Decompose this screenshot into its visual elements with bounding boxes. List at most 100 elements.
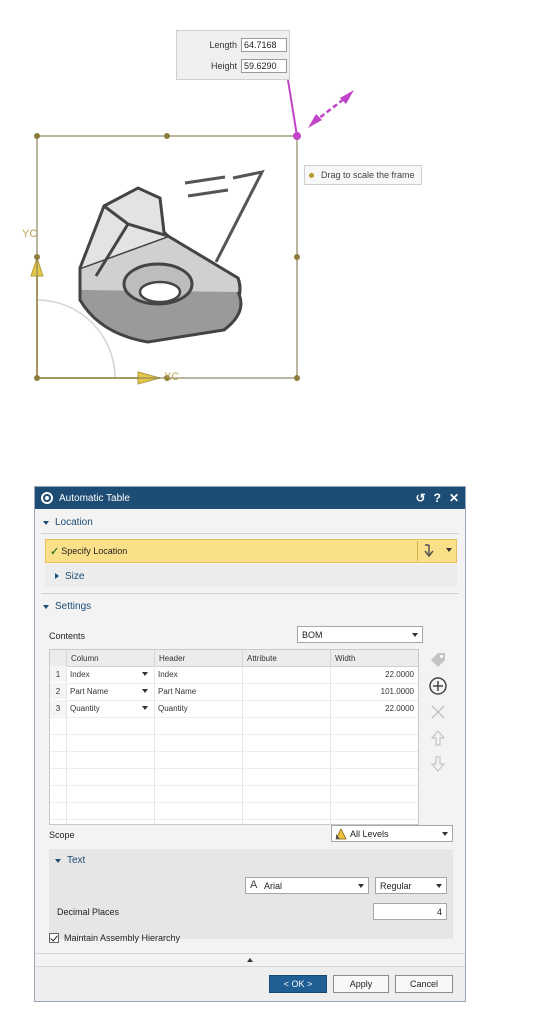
- bracket-part-graphic: [78, 169, 265, 344]
- row-number: 2: [50, 683, 66, 699]
- gear-icon: [41, 492, 53, 504]
- table-row-empty[interactable]: [50, 751, 418, 769]
- font-style-select[interactable]: Regular: [375, 877, 447, 894]
- scope-select[interactable]: All Levels: [331, 825, 453, 842]
- close-icon[interactable]: ✕: [449, 491, 459, 505]
- table-row-empty[interactable]: [50, 717, 418, 735]
- scope-label: Scope: [49, 830, 75, 840]
- help-icon[interactable]: ?: [434, 491, 441, 505]
- divider: [41, 533, 459, 534]
- chevron-down-icon[interactable]: [446, 548, 452, 552]
- column-cell[interactable]: Part Name: [66, 683, 154, 699]
- row-number: 3: [50, 700, 66, 716]
- chevron-right-icon: [55, 573, 59, 579]
- table-row[interactable]: 2 Part Name Part Name 101.0000: [50, 683, 418, 701]
- table-row-empty[interactable]: [50, 802, 418, 820]
- decimal-places-input[interactable]: 4: [373, 903, 447, 920]
- ok-button[interactable]: < OK >: [269, 975, 327, 993]
- chevron-down-icon: [55, 858, 61, 863]
- table-row-empty[interactable]: [50, 785, 418, 803]
- drag-leader: [287, 79, 298, 137]
- attribute-cell[interactable]: [242, 666, 330, 682]
- tooltip-text: Drag to scale the frame: [321, 170, 415, 180]
- size-label: Size: [65, 570, 85, 582]
- header-cell[interactable]: Quantity: [154, 700, 242, 716]
- xc-label: XC: [164, 371, 180, 383]
- location-section-header[interactable]: Location: [43, 517, 93, 528]
- columns-table[interactable]: Column Header Attribute Width 1 Index In…: [49, 649, 419, 825]
- titlebar-actions: ↺ ? ✕: [416, 487, 459, 509]
- font-select[interactable]: A Arial: [245, 877, 369, 894]
- header-cell[interactable]: Index: [154, 666, 242, 682]
- point-dialog-button[interactable]: [417, 541, 440, 561]
- font-icon: A: [250, 879, 258, 891]
- add-circle-icon: [429, 677, 447, 695]
- column-cell[interactable]: Index: [66, 666, 154, 682]
- size-subsection[interactable]: Size: [45, 565, 457, 587]
- column-header-column[interactable]: Column: [66, 650, 154, 666]
- chevron-down-icon[interactable]: [142, 672, 148, 676]
- arrow-up-icon: [430, 730, 446, 746]
- specify-location-row[interactable]: ✓ Specify Location: [45, 539, 457, 563]
- graphics-viewport[interactable]: Length 64.7168 Height 59.6290 Drag to sc…: [0, 0, 538, 420]
- dialog-footer: < OK > Apply Cancel: [35, 966, 465, 1001]
- length-input[interactable]: 64.7168: [241, 38, 287, 52]
- settings-section-header[interactable]: Settings: [43, 601, 91, 612]
- attribute-cell[interactable]: [242, 683, 330, 699]
- resize-arrow-icon: [308, 90, 354, 128]
- height-row: Height 59.6290: [181, 57, 287, 75]
- dimension-input-box: Length 64.7168 Height 59.6290: [176, 30, 290, 80]
- apply-button[interactable]: Apply: [333, 975, 389, 993]
- chevron-down-icon[interactable]: [142, 689, 148, 693]
- contents-select[interactable]: BOM: [297, 626, 423, 643]
- add-column-button[interactable]: [427, 675, 449, 697]
- maintain-hierarchy-label: Maintain Assembly Hierarchy: [64, 933, 181, 943]
- move-up-button[interactable]: [427, 727, 449, 749]
- column-cell[interactable]: Quantity: [66, 700, 154, 716]
- table-row[interactable]: 1 Index Index 22.0000: [50, 666, 418, 684]
- table-row[interactable]: 3 Quantity Quantity 22.0000: [50, 700, 418, 718]
- maintain-hierarchy-option[interactable]: Maintain Assembly Hierarchy: [49, 933, 180, 943]
- height-input[interactable]: 59.6290: [241, 59, 287, 73]
- text-section-header[interactable]: Text: [55, 855, 85, 866]
- chevron-down-icon: [43, 604, 49, 609]
- column-value: Quantity: [70, 703, 100, 713]
- dialog-titlebar[interactable]: Automatic Table ↺ ? ✕: [35, 487, 465, 509]
- move-down-button[interactable]: [427, 753, 449, 775]
- contents-value: BOM: [302, 629, 323, 640]
- frame-handle: [294, 254, 300, 260]
- column-header-attribute[interactable]: Attribute: [242, 650, 330, 666]
- tag-button[interactable]: [427, 649, 449, 671]
- remove-column-button[interactable]: [427, 701, 449, 723]
- specify-location-label: Specify Location: [61, 546, 128, 556]
- collapse-toggle[interactable]: [35, 953, 465, 966]
- width-cell[interactable]: 22.0000: [330, 666, 418, 682]
- attribute-cell[interactable]: [242, 700, 330, 716]
- table-row-empty[interactable]: [50, 768, 418, 786]
- chevron-down-icon[interactable]: [142, 706, 148, 710]
- chevron-down-icon: [436, 884, 442, 888]
- row-number: 1: [50, 666, 66, 682]
- width-cell[interactable]: 22.0000: [330, 700, 418, 716]
- reset-icon[interactable]: ↺: [416, 491, 426, 505]
- chevron-down-icon: [43, 520, 49, 525]
- maintain-hierarchy-checkbox[interactable]: [49, 933, 59, 943]
- divider: [41, 593, 459, 594]
- yc-label: YC: [22, 228, 38, 240]
- chevron-down-icon: [412, 633, 418, 637]
- scope-value: All Levels: [350, 828, 389, 839]
- text-section-label: Text: [67, 855, 86, 866]
- decimal-places-label: Decimal Places: [57, 907, 120, 917]
- tag-icon: [431, 653, 445, 667]
- arrow-down-icon: [430, 756, 446, 772]
- column-value: Part Name: [70, 686, 109, 696]
- column-header-header[interactable]: Header: [154, 650, 242, 666]
- automatic-table-dialog: Automatic Table ↺ ? ✕ Location ✓ Specify…: [34, 486, 466, 1002]
- width-cell[interactable]: 101.0000: [330, 683, 418, 699]
- dialog-title: Automatic Table: [59, 492, 130, 504]
- column-header-width[interactable]: Width: [330, 650, 418, 666]
- header-cell[interactable]: Part Name: [154, 683, 242, 699]
- cancel-button[interactable]: Cancel: [395, 975, 453, 993]
- table-row-empty[interactable]: [50, 734, 418, 752]
- chevron-up-icon: [247, 958, 253, 962]
